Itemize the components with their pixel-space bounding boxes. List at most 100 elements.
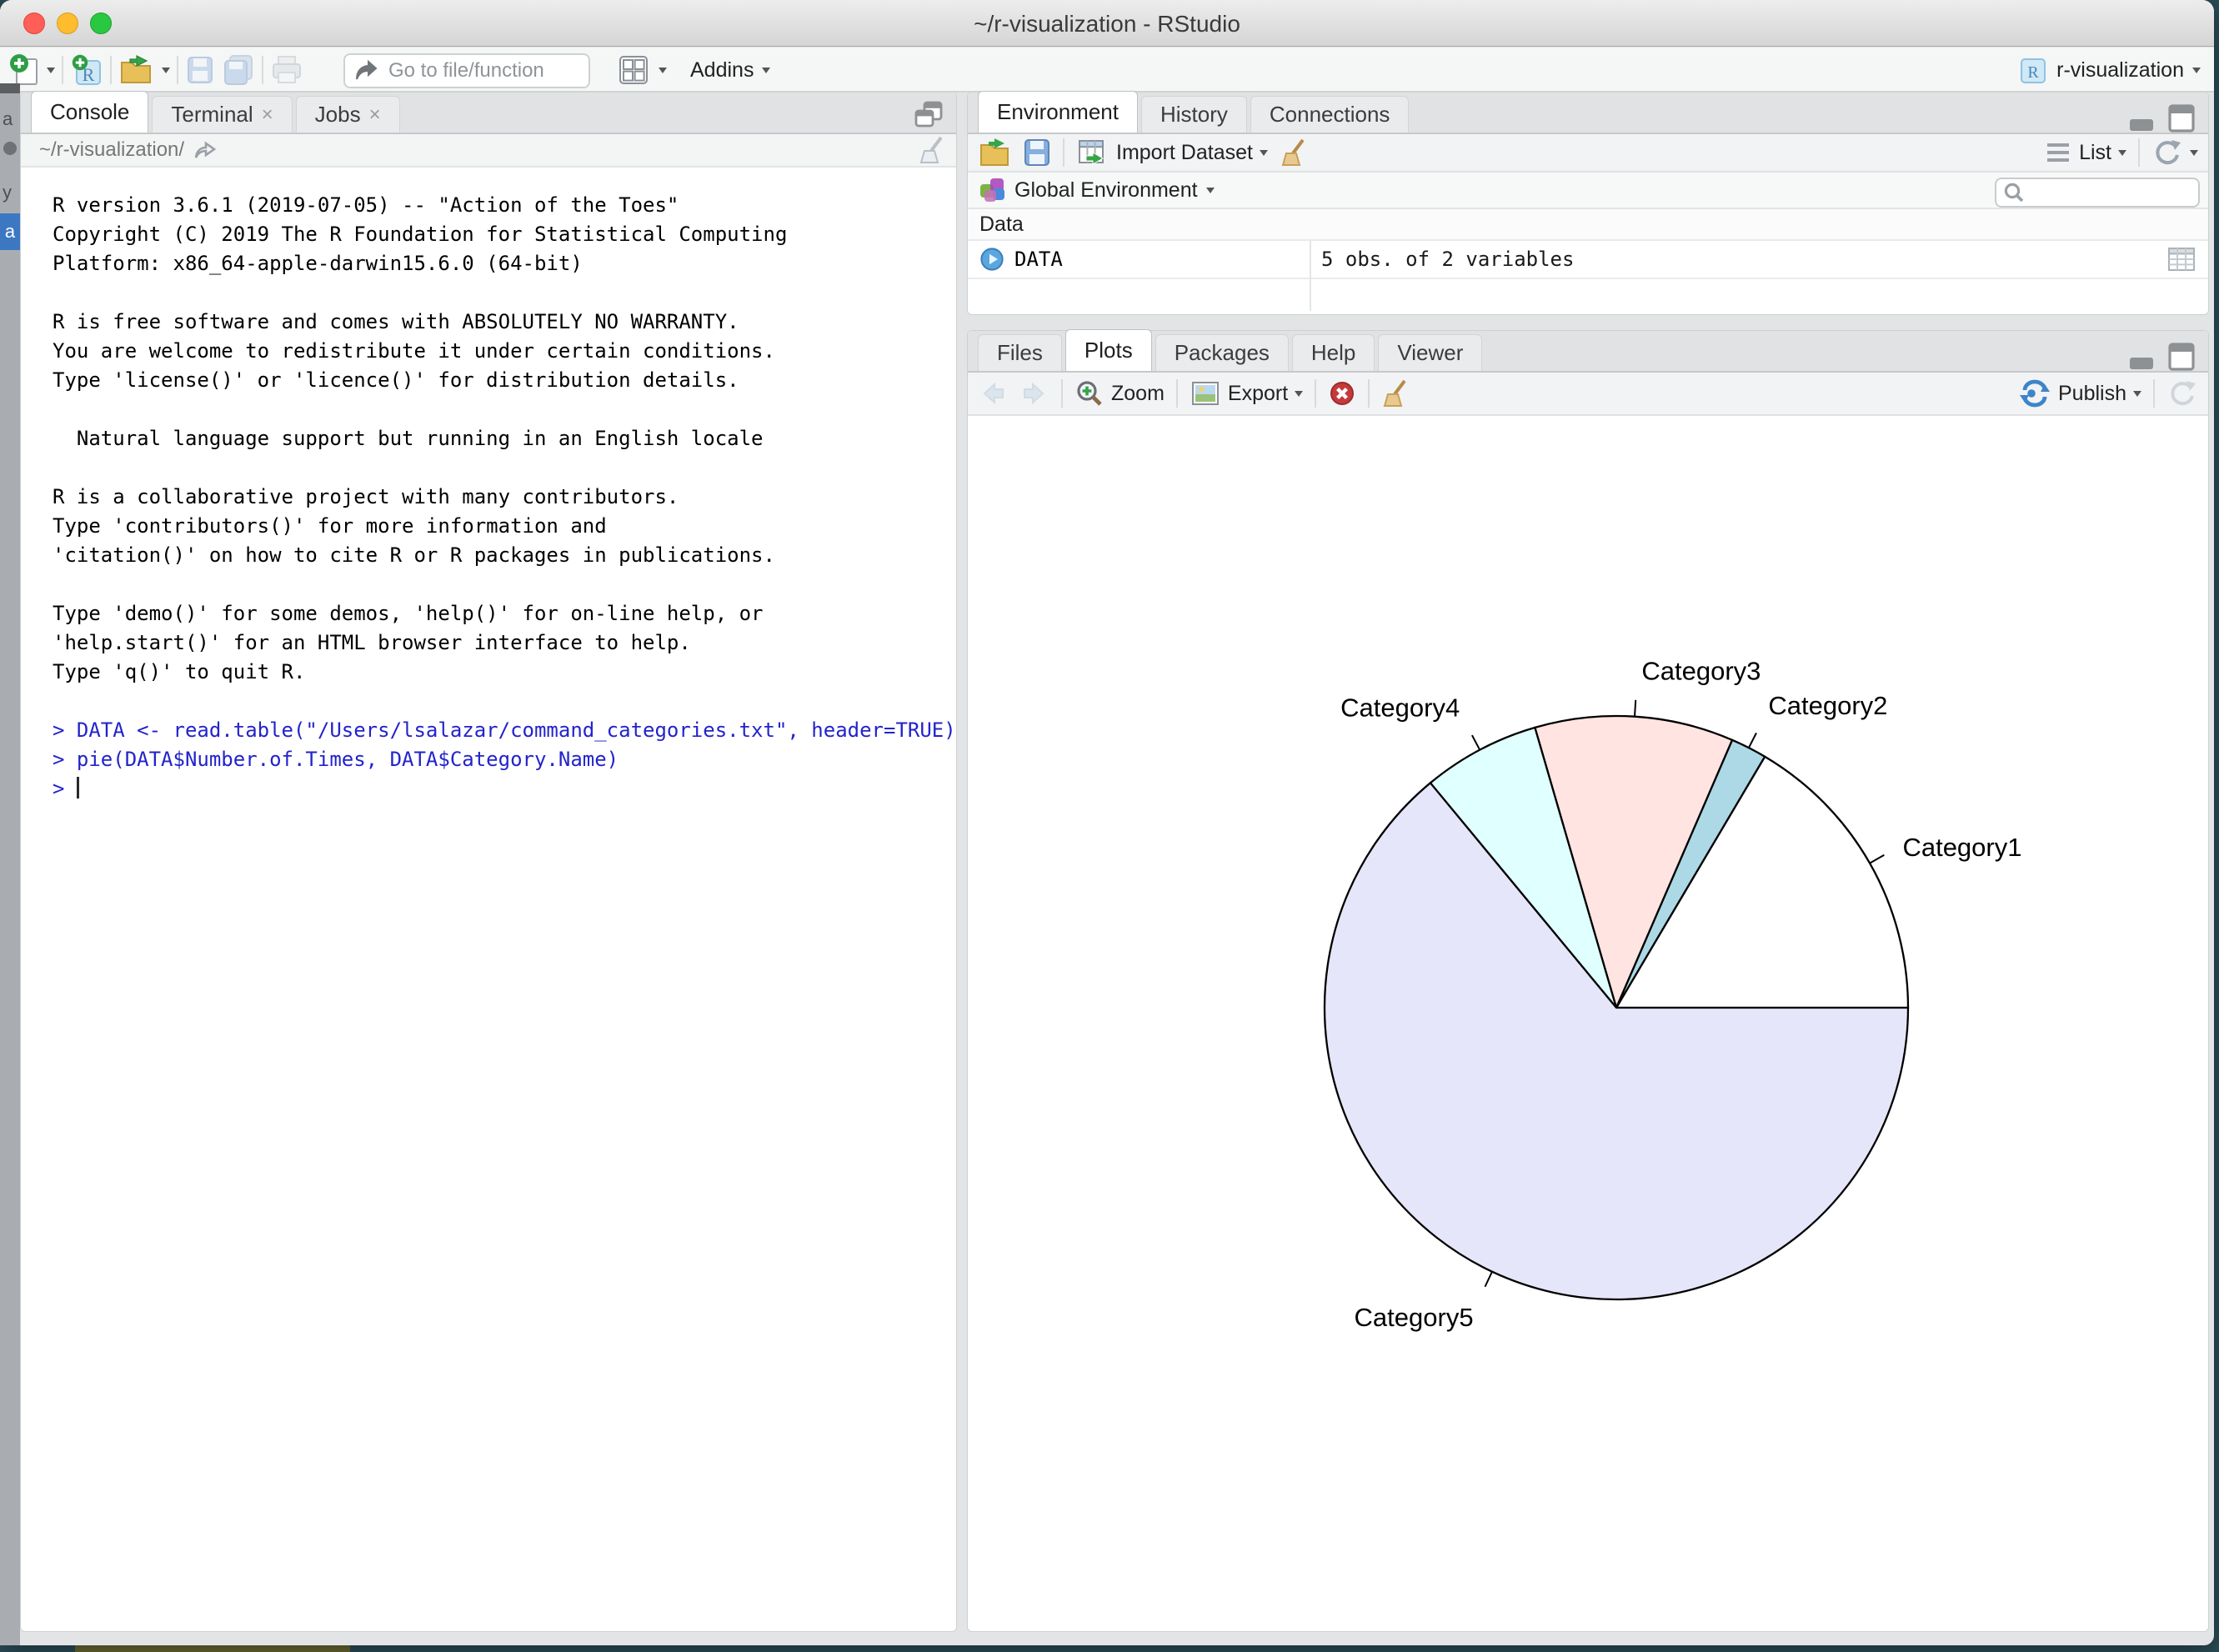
refresh-environment-button[interactable] — [2151, 137, 2198, 168]
view-table-icon[interactable] — [2166, 246, 2196, 273]
object-name: DATA — [1014, 248, 1063, 271]
plots-toolbar: Zoom Export Publish — [968, 373, 2208, 416]
tab-packages[interactable]: Packages — [1155, 334, 1289, 371]
pane-layout-icon[interactable] — [617, 53, 650, 87]
plot-area: Category1Category2Category3Category4Cate… — [968, 416, 2208, 1631]
addins-menu[interactable]: Addins — [690, 58, 754, 83]
console-tabbar: Console Terminal× Jobs× — [21, 93, 956, 134]
environment-pane: Environment History Connections Import D… — [967, 92, 2209, 315]
next-plot-icon[interactable] — [1019, 379, 1049, 408]
goto-arrow-icon — [353, 59, 378, 83]
project-selector[interactable]: r-visualization — [2056, 58, 2184, 83]
console-output-line: R version 3.6.1 (2019-07-05) -- "Action … — [53, 191, 956, 220]
project-icon: R — [2018, 54, 2048, 86]
pane-layout-caret[interactable] — [659, 68, 667, 78]
minimize-pane-icon[interactable] — [2128, 108, 2156, 133]
project-caret[interactable] — [2192, 68, 2201, 78]
tab-plots[interactable]: Plots — [1065, 329, 1152, 371]
environment-search[interactable] — [1995, 178, 2200, 208]
rstudio-window: ~/r-visualization - RStudio R — [0, 0, 2214, 1645]
import-dataset-button[interactable]: Import Dataset — [1076, 138, 1268, 168]
clear-console-icon[interactable] — [918, 134, 948, 166]
background-window-sliver: a y a — [0, 83, 20, 1645]
goto-file-input[interactable] — [387, 58, 570, 83]
tab-history[interactable]: History — [1141, 96, 1247, 133]
pie-label-tick — [1485, 1272, 1491, 1287]
expand-object-icon[interactable] — [979, 247, 1004, 272]
export-plot-button[interactable]: Export — [1190, 379, 1303, 408]
new-project-icon[interactable]: R — [70, 53, 103, 88]
previous-plot-icon[interactable] — [978, 379, 1008, 408]
tab-files[interactable]: Files — [978, 334, 1062, 371]
console-output-line: Type 'q()' to quit R. — [53, 658, 956, 687]
list-view-button[interactable]: List — [2044, 140, 2126, 165]
console-input-line: > DATA <- read.table("/Users/lsalazar/co… — [53, 716, 956, 745]
remove-plot-icon[interactable] — [1328, 379, 1356, 408]
pie-label-tick — [1870, 855, 1884, 864]
tab-console[interactable]: Console — [31, 91, 148, 133]
maximize-pane-icon[interactable] — [2168, 343, 2195, 371]
pie-label: Category2 — [1768, 691, 1887, 720]
scope-caret[interactable] — [1206, 188, 1215, 198]
open-file-dropdown-caret[interactable] — [162, 68, 170, 78]
refresh-icon — [2151, 137, 2183, 168]
print-icon[interactable] — [270, 54, 303, 86]
export-icon — [1190, 379, 1221, 408]
minimize-pane-icon[interactable] — [2128, 346, 2156, 371]
console-output-line: Copyright (C) 2019 The R Foundation for … — [53, 220, 956, 249]
search-icon — [2003, 182, 2025, 203]
console-output-line: Natural language support but running in … — [53, 424, 956, 453]
console-output-line — [53, 278, 956, 308]
clear-plots-icon[interactable] — [1381, 378, 1411, 409]
tab-help[interactable]: Help — [1292, 334, 1375, 371]
zoom-icon — [1074, 378, 1104, 408]
console-output-line — [53, 453, 956, 483]
open-file-icon[interactable] — [118, 53, 155, 88]
pie-label: Category4 — [1340, 693, 1460, 723]
console-pathbar: ~/r-visualization/ — [21, 134, 956, 168]
console-output-line — [53, 395, 956, 424]
environment-toolbar: Import Dataset List — [968, 134, 2208, 173]
publish-plot-button[interactable]: Publish — [2018, 378, 2141, 408]
save-all-icon[interactable] — [222, 54, 255, 86]
environment-search-input[interactable] — [2030, 181, 2188, 204]
close-terminal-icon[interactable]: × — [262, 103, 273, 127]
console-output-line: Platform: x86_64-apple-darwin15.6.0 (64-… — [53, 249, 956, 278]
console-output-line: Type 'demo()' for some demos, 'help()' f… — [53, 599, 956, 628]
addins-caret[interactable] — [762, 68, 770, 78]
pie-label-tick — [1472, 735, 1480, 750]
close-jobs-icon[interactable]: × — [369, 103, 381, 127]
console-output-line — [53, 687, 956, 716]
console-output-line: Type 'contributors()' for more informati… — [53, 512, 956, 541]
load-workspace-icon[interactable] — [978, 137, 1011, 168]
goto-directory-icon[interactable] — [193, 139, 218, 161]
console-pane: Console Terminal× Jobs× ~/r-visualizatio… — [20, 92, 957, 1632]
publish-icon — [2018, 378, 2051, 408]
zoom-plot-button[interactable]: Zoom — [1074, 378, 1165, 408]
restore-pane-icon[interactable] — [914, 101, 943, 128]
tab-environment[interactable]: Environment — [978, 91, 1138, 133]
goto-file-search[interactable] — [343, 53, 590, 88]
tab-jobs[interactable]: Jobs× — [296, 96, 400, 133]
background-selected-item: a — [0, 213, 20, 250]
column-divider — [1310, 241, 1311, 311]
background-text-fragment: y — [3, 182, 12, 203]
environment-scope-selector[interactable]: Global Environment — [1014, 178, 1198, 203]
environment-tabbar: Environment History Connections — [968, 93, 2208, 134]
table-row[interactable]: DATA 5 obs. of 2 variables — [968, 241, 2208, 279]
tab-viewer[interactable]: Viewer — [1378, 334, 1482, 371]
save-icon[interactable] — [185, 54, 215, 86]
save-workspace-icon[interactable] — [1023, 138, 1051, 168]
svg-text:R: R — [2027, 63, 2039, 82]
maximize-pane-icon[interactable] — [2168, 104, 2195, 133]
new-file-dropdown-caret[interactable] — [47, 68, 55, 78]
tab-terminal[interactable]: Terminal× — [152, 96, 292, 133]
new-file-icon[interactable] — [8, 53, 40, 88]
main-toolbar: R Addins R r-v — [0, 48, 2214, 93]
console-output[interactable]: R version 3.6.1 (2019-07-05) -- "Action … — [21, 168, 956, 1631]
refresh-plot-icon[interactable] — [2166, 378, 2198, 409]
working-directory: ~/r-visualization/ — [39, 138, 184, 162]
tab-connections[interactable]: Connections — [1250, 96, 1410, 133]
plots-tabbar: Files Plots Packages Help Viewer — [968, 331, 2208, 373]
clear-environment-icon[interactable] — [1280, 137, 1310, 168]
